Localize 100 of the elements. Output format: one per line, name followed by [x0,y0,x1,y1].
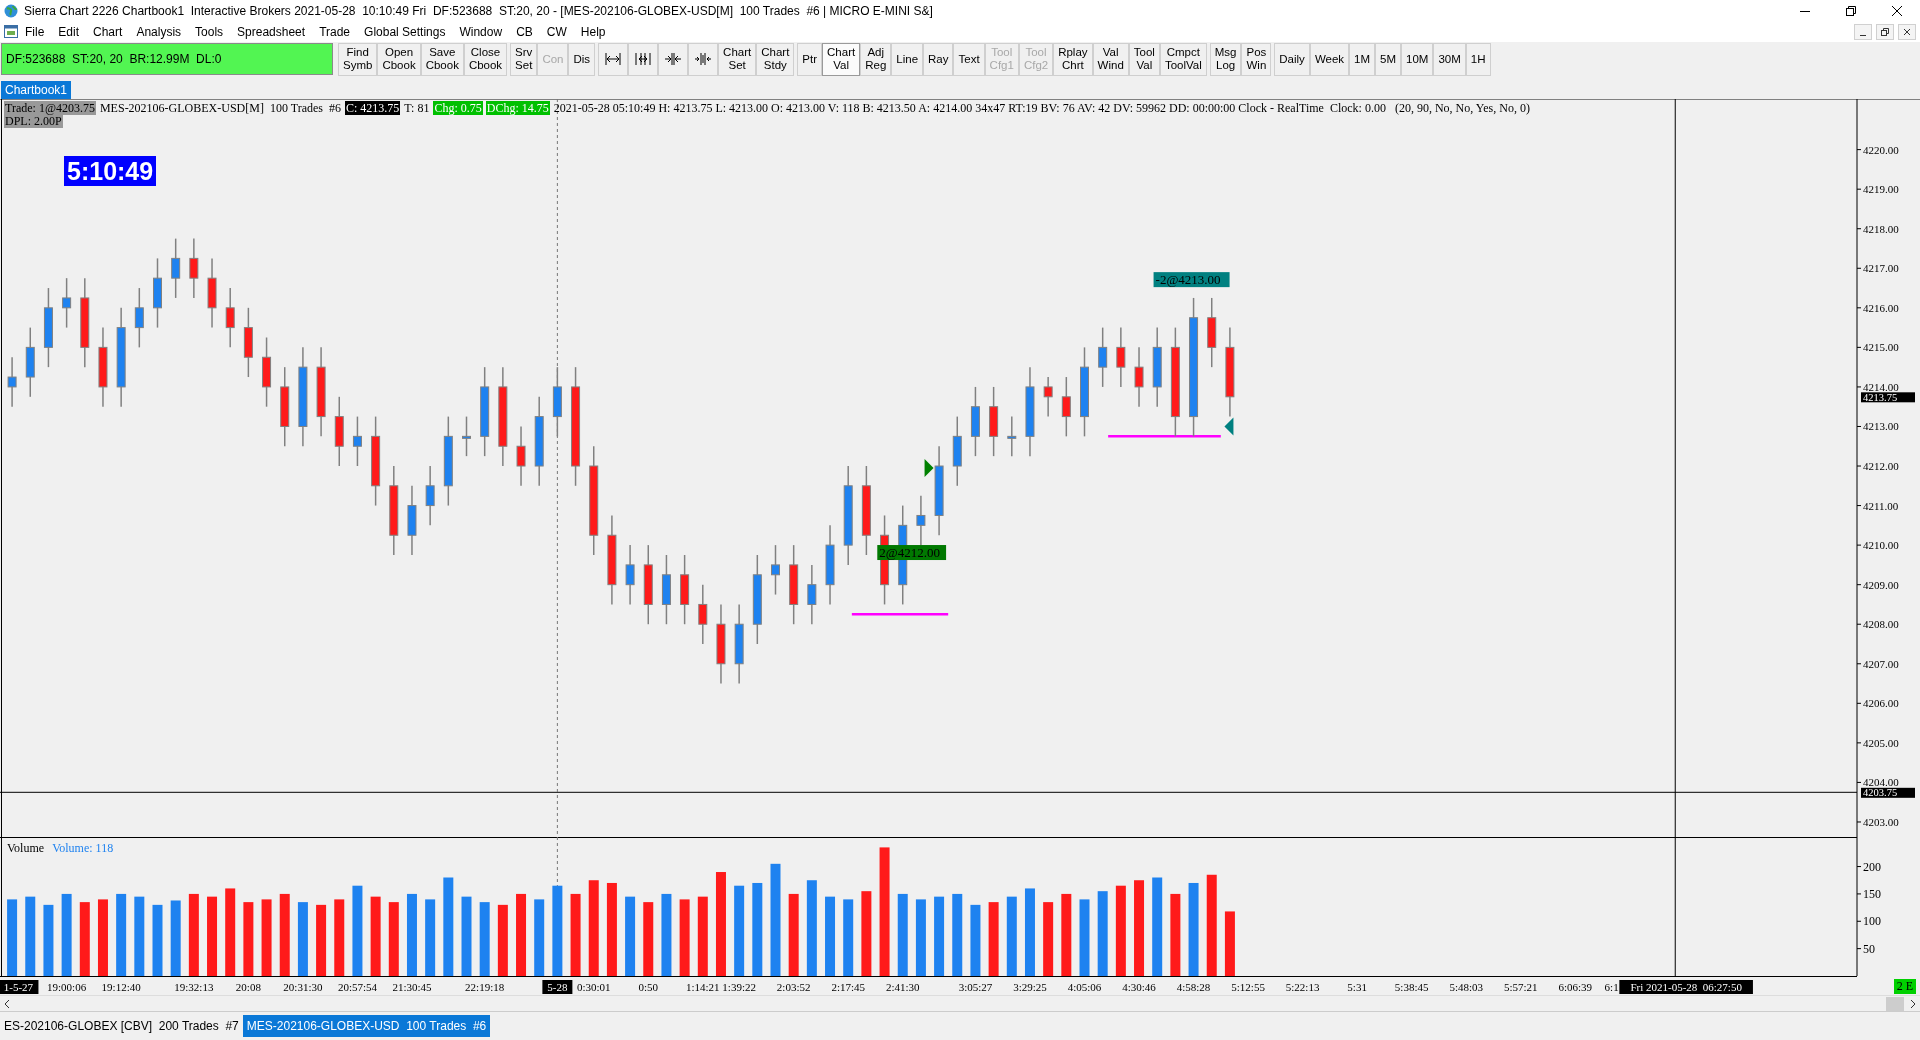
toolbar-button[interactable]: Dis [568,42,596,76]
menu-item[interactable]: Chart [86,24,130,39]
toolbar-button[interactable]: Cmpct ToolVal [1159,42,1207,76]
price-axis-label: 4212.00 [1856,459,1899,472]
toolbar-button[interactable]: 1M [1349,42,1376,76]
toolbar-button[interactable]: Chart Set [718,42,757,76]
toolbar-button[interactable]: 30M [1433,42,1466,76]
menu-item[interactable]: File [18,24,52,39]
candle [1007,415,1017,457]
menu-item[interactable]: Help [573,24,613,39]
y-tick-label: 4208.00 [1863,617,1900,630]
document-icon [4,25,18,39]
toolbar-button[interactable]: 10M [1401,42,1434,76]
time-axis-label: 19:32:13 [174,980,214,993]
candle [516,425,526,487]
toolbar-button[interactable]: 5M [1375,42,1402,76]
price-axis-label: 4213.00 [1856,420,1899,433]
toolbar-button[interactable]: Ray [923,42,954,76]
y-tick-label: 4217.00 [1863,261,1900,274]
time-axis-label: 5:48:03 [1449,980,1483,993]
toolbar-button[interactable]: Chart Stdy [756,42,795,76]
expand-arrows-button[interactable] [598,42,629,76]
toolbar-button[interactable]: Daily [1274,42,1310,76]
globe-icon [4,4,18,18]
toolbar-button[interactable]: Find Symb [338,42,378,76]
candle [171,237,181,299]
toolbar-button[interactable]: Line [891,42,924,76]
toolbar-button[interactable]: Week [1309,42,1350,76]
chart-value: T: 81 [403,100,431,115]
candle [1134,346,1144,408]
study-title: Volume [7,840,45,856]
toolbar-button[interactable]: Ptr [797,42,823,76]
y-tick-label: 4219.00 [1863,182,1900,195]
toolbar-button[interactable]: 1H [1465,42,1491,76]
toolbar-button[interactable]: Msg Log [1209,42,1242,76]
restore-button[interactable] [1876,23,1894,40]
time-axis-label: 5:12:55 [1231,980,1265,993]
toolbar-button[interactable]: Adj Reg [860,42,892,76]
y-tick-label: 4215.00 [1863,341,1900,354]
price-marker: 4203.75 [1861,787,1915,799]
inward-arrows-button[interactable] [658,42,689,76]
restore-icon [1846,6,1856,16]
minimize-icon [1860,34,1866,36]
toolbar-button[interactable]: Tool Val [1128,42,1160,76]
toolbar-button[interactable]: Close Cbook [463,42,508,76]
candle [425,465,435,526]
toolbar-button[interactable]: Save Cbook [420,42,464,76]
outward-arrows-button[interactable] [688,42,719,76]
price-axis-label: 4217.00 [1856,262,1899,274]
volume-axis-label: 100 [1856,914,1881,928]
y-tick-label: 4211.00 [1863,499,1899,512]
candle [698,583,708,645]
menu-item[interactable]: Window [452,24,510,39]
scroll-thumb[interactable] [1886,996,1904,1011]
time-axis-label: 20:08 [235,980,261,993]
y-tick-label: 4212.00 [1863,459,1900,472]
candle [807,563,817,625]
compress-arrows-button[interactable] [628,42,659,76]
time-axis-label: 6:06:39 [1558,980,1593,993]
menu-item[interactable]: CB [509,24,540,39]
close-button[interactable] [1898,23,1916,40]
menu-item[interactable]: Tools [188,24,231,39]
candle [25,326,35,398]
y-tick-label: 4213.00 [1863,420,1900,433]
menu-item[interactable]: CW [539,24,574,39]
time-axis-label: 5:57:21 [1503,980,1538,993]
fill-label: -2@4213.00 [1153,271,1230,287]
candle [262,336,272,408]
menu-item[interactable]: Analysis [129,24,189,39]
toolbar-button[interactable]: Pos Win [1241,42,1272,76]
time-axis-label: 4:05:06 [1067,980,1102,993]
y-tick-label: 4203.00 [1863,815,1900,828]
time-axis-label: 20:31:30 [283,980,323,993]
fill-label: 2@4212.00 [877,544,947,560]
toolbar-button[interactable]: Open Cbook [377,42,421,76]
chartbook-tab[interactable]: Chartbook1 [1,80,72,99]
chart-tab[interactable]: MES-202106-GLOBEX-USD 100 Trades #6 [242,1015,491,1038]
menu-item[interactable]: Trade [312,24,358,39]
price-axis-label: 4216.00 [1856,301,1899,314]
time-axis-label: 2:41:30 [885,980,920,993]
candle [153,257,162,329]
toolbar-button[interactable]: Text [953,42,985,76]
menu-item[interactable]: Spreadsheet [230,24,313,39]
time-axis-label: 19:00:06 [47,980,87,993]
candle [970,385,980,457]
volume-axis-label: 150 [1856,886,1881,901]
chart-tab[interactable]: ES-202106-GLOBEX [CBV] 200 Trades #7 [0,1015,243,1038]
toolbar-button[interactable]: Srv Set [510,42,538,76]
menu-item[interactable]: Global Settings [357,24,453,39]
candle [243,306,253,378]
candle [1043,376,1053,418]
price-marker: 4213.75 [1861,391,1915,403]
status-badge: 2 E [1893,978,1916,994]
y-tick-label: 150 [1863,886,1881,901]
toolbar-button[interactable]: Rplay Chrt [1053,42,1093,76]
chart-value: Chg: 0.75 [433,100,483,115]
toolbar-button[interactable]: Chart Val [822,42,861,76]
menu-item[interactable]: Edit [51,24,87,39]
toolbar-button[interactable]: Val Wind [1092,42,1129,76]
candle [1207,296,1217,368]
